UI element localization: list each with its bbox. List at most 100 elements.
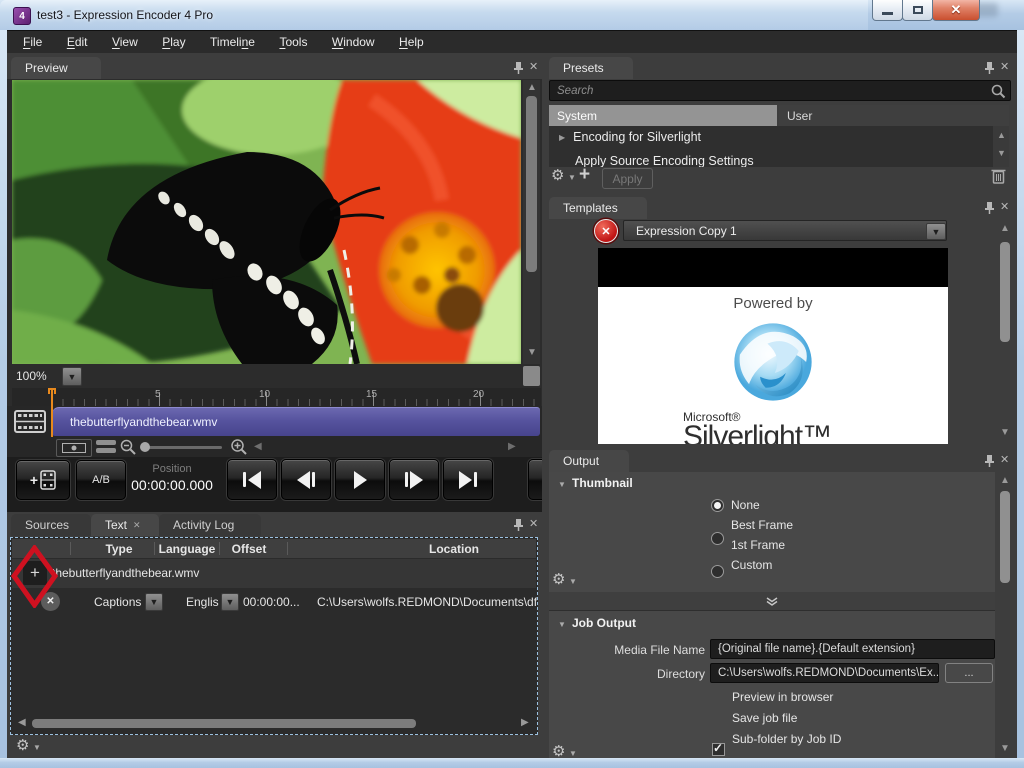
scroll-left-icon[interactable]: ◀ (18, 718, 26, 728)
play-button[interactable] (335, 459, 385, 500)
table-row[interactable]: ✕ Captions ▼ Englis ▼ 00:00:00... C:\Use… (12, 589, 536, 617)
scroll-right-icon[interactable]: ▶ (508, 441, 516, 452)
menu-file[interactable]: File (13, 31, 52, 53)
gear-icon[interactable]: ⚙ (552, 744, 565, 759)
tab-text[interactable]: Text✕ (91, 514, 159, 536)
position-timecode[interactable]: 00:00:00.000 (107, 477, 237, 493)
scroll-down-icon[interactable]: ▼ (1000, 428, 1010, 438)
step-forward-button[interactable] (389, 459, 439, 500)
pin-icon[interactable] (984, 201, 995, 215)
title-bar[interactable]: 4 test3 - Expression Encoder 4 Pro (0, 0, 868, 31)
zoom-in-icon[interactable] (230, 438, 249, 457)
close-panel-icon[interactable]: ✕ (1000, 200, 1009, 213)
table-row[interactable]: + thebutterflyandthebear.wmv (12, 559, 536, 588)
menu-view[interactable]: View (102, 31, 148, 53)
timeline-zoom-slider[interactable] (142, 446, 222, 449)
close-panel-icon[interactable]: ✕ (529, 517, 538, 530)
remove-caption-icon[interactable]: ✕ (41, 592, 60, 611)
menu-play[interactable]: Play (152, 31, 195, 53)
template-select[interactable]: Expression Copy 1 (623, 220, 947, 241)
chevron-down-icon[interactable]: ▼ (33, 744, 41, 752)
track-lanes-icon[interactable] (96, 440, 116, 454)
column-header-offset[interactable]: Offset (232, 542, 267, 556)
zoom-level-dropdown[interactable]: ▼ (62, 367, 82, 386)
expand-add-caption-button[interactable]: + (23, 561, 47, 585)
scroll-left-icon[interactable]: ◀ (254, 441, 262, 452)
add-clip-button[interactable]: + (16, 460, 70, 500)
scroll-right-icon[interactable]: ▶ (521, 718, 529, 728)
subfolder-by-job-id-label[interactable]: Sub-folder by Job ID (732, 732, 841, 746)
preset-item-encoding-for-silverlight[interactable]: ▶ Encoding for Silverlight (549, 126, 993, 148)
preview-vscrollbar[interactable]: ▲ ▼ (523, 80, 540, 364)
menu-help[interactable]: Help (389, 31, 434, 53)
scroll-up-icon[interactable]: ▲ (1000, 476, 1010, 486)
thumbnail-view-button[interactable] (56, 439, 92, 457)
template-select-chevron[interactable]: ▼ (926, 223, 946, 240)
scroll-up-icon[interactable]: ▲ (1000, 224, 1010, 234)
preview-in-browser-label[interactable]: Preview in browser (732, 690, 833, 704)
close-panel-icon[interactable]: ✕ (1000, 453, 1009, 466)
presets-tab-user[interactable]: User (779, 105, 1009, 126)
thumbnail-heading[interactable]: Thumbnail (572, 476, 633, 490)
preview-vscroll-thumb[interactable] (526, 96, 537, 272)
radio-1st-frame-label[interactable]: 1st Frame (731, 538, 785, 552)
templates-scroll-thumb[interactable] (1000, 242, 1010, 342)
caption-type-dropdown[interactable]: ▼ (145, 593, 163, 611)
template-preview[interactable]: Powered by Microsoft® Silverlight™ (598, 248, 948, 444)
output-scroll-thumb[interactable] (1000, 491, 1010, 583)
menu-tools[interactable]: Tools (269, 31, 317, 53)
caption-language-dropdown[interactable]: ▼ (221, 593, 239, 611)
media-file-name-input[interactable]: {Original file name}.{Default extension} (710, 639, 995, 659)
search-icon[interactable] (991, 84, 1006, 99)
minimize-button[interactable] (872, 0, 903, 21)
preset-list-scrollbar[interactable]: ▲ ▼ (993, 126, 1009, 167)
collapse-icon[interactable]: ▼ (558, 481, 566, 489)
maximize-button[interactable] (902, 0, 933, 21)
timeline-ruler[interactable]: 5 10 15 20 (12, 388, 541, 406)
close-panel-icon[interactable]: ✕ (1000, 60, 1009, 73)
trash-icon[interactable] (991, 167, 1006, 184)
playhead-handle[interactable] (48, 388, 56, 394)
chevron-down-icon[interactable]: ▼ (568, 174, 576, 182)
gear-icon[interactable]: ⚙ (552, 572, 565, 587)
table-hscroll-thumb[interactable] (32, 719, 416, 728)
directory-input[interactable]: C:\Users\wolfs.REDMOND\Documents\Ex... (710, 663, 939, 683)
close-panel-icon[interactable]: ✕ (529, 60, 538, 73)
section-expander[interactable] (549, 592, 995, 611)
timeline-zoom-slider-knob[interactable] (140, 442, 150, 452)
chevron-down-icon[interactable]: ▼ (569, 578, 577, 586)
go-to-start-button[interactable] (227, 459, 277, 500)
playhead[interactable] (51, 388, 53, 437)
gear-icon[interactable]: ⚙ (551, 168, 564, 183)
pin-icon[interactable] (984, 454, 995, 468)
apply-preset-button[interactable]: Apply (602, 168, 653, 189)
radio-1st-frame[interactable] (711, 565, 724, 578)
scroll-down-icon[interactable]: ▼ (997, 148, 1006, 158)
preset-item-apply-source-encoding[interactable]: Apply Source Encoding Settings (549, 150, 993, 167)
output-scrollbar[interactable]: ▲ ▼ (997, 472, 1013, 758)
tab-sources[interactable]: Sources (11, 514, 91, 536)
chevron-down-icon[interactable]: ▼ (569, 750, 577, 758)
collapse-icon[interactable]: ▼ (558, 621, 566, 629)
radio-best-frame-label[interactable]: Best Frame (731, 518, 793, 532)
preview-hscroll-thumb[interactable] (523, 366, 540, 386)
tab-preview[interactable]: Preview (11, 57, 101, 79)
tab-templates[interactable]: Templates (549, 197, 647, 219)
scroll-up-icon[interactable]: ▲ (997, 130, 1006, 140)
preview-in-browser-checkbox[interactable] (712, 743, 725, 756)
radio-none-label[interactable]: None (731, 498, 760, 512)
step-back-button[interactable] (281, 459, 331, 500)
expander-arrow-icon[interactable]: ▶ (559, 133, 565, 142)
gear-icon[interactable]: ⚙ (16, 738, 29, 753)
remove-template-button[interactable]: ✕ (594, 219, 618, 243)
radio-none[interactable] (711, 499, 724, 512)
close-button[interactable]: ✕ (932, 0, 980, 21)
browse-directory-button[interactable]: ... (945, 663, 993, 683)
templates-scrollbar[interactable]: ▲ ▼ (997, 220, 1013, 444)
pin-icon[interactable] (984, 61, 995, 75)
go-to-end-button[interactable] (443, 459, 493, 500)
zoom-out-icon[interactable] (120, 439, 137, 456)
radio-best-frame[interactable] (711, 532, 724, 545)
save-job-file-label[interactable]: Save job file (732, 711, 797, 725)
scroll-down-icon[interactable]: ▼ (527, 348, 537, 358)
